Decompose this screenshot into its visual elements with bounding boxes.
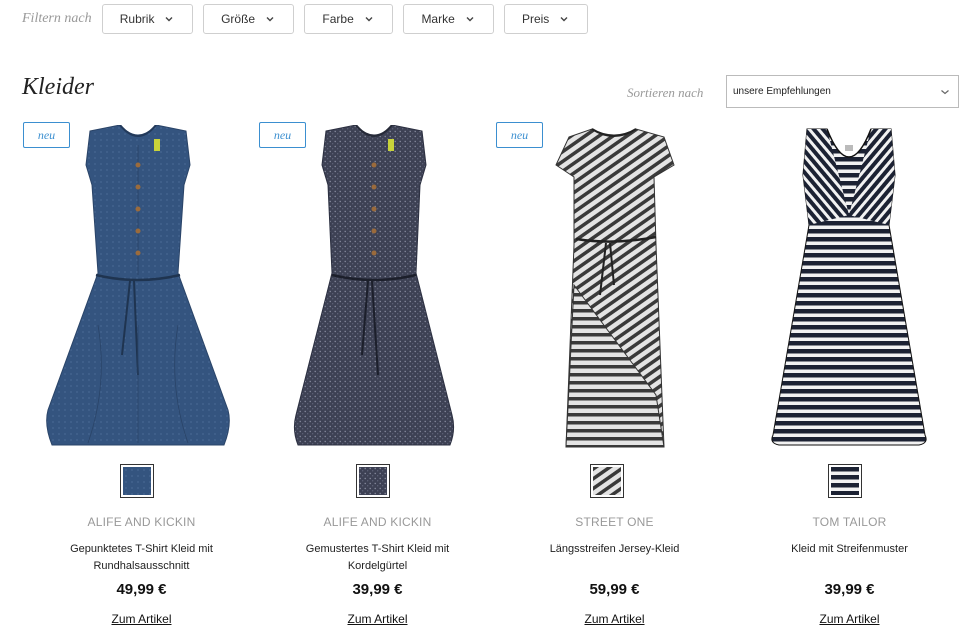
product-card[interactable]: TOM TAILOR Kleid mit Streifenmuster 39,9… xyxy=(731,120,968,641)
product-name-line: Gemustertes T-Shirt Kleid mit xyxy=(305,543,450,555)
filter-groesse-button[interactable]: Größe xyxy=(202,4,294,34)
product-brand: ALIFE AND KICKIN xyxy=(87,515,196,529)
product-card[interactable]: neu ALIFE AND KICKIN Gepunktetes T-Shirt… xyxy=(23,120,260,641)
product-price: 59,99 € xyxy=(589,581,640,598)
product-image[interactable] xyxy=(38,125,238,450)
sort-select[interactable]: unsere Empfehlungen xyxy=(726,75,959,108)
product-name-line: Kordelgürtel xyxy=(347,560,408,572)
filter-button-label: Rubrik xyxy=(119,12,155,26)
filter-button-label: Preis xyxy=(521,12,550,26)
swatch-pattern-icon xyxy=(593,467,621,495)
filter-marke-button[interactable]: Marke xyxy=(402,4,494,34)
sort-label: Sortieren nach xyxy=(627,85,704,100)
product-price: 39,99 € xyxy=(352,581,403,598)
product-brand: STREET ONE xyxy=(575,515,654,529)
product-card[interactable]: neu ALIFE AND KICKIN Gemustertes T-Shirt… xyxy=(259,120,496,641)
color-swatch[interactable] xyxy=(828,464,862,498)
product-brand: ALIFE AND KICKIN xyxy=(323,515,432,529)
page-title: Kleider xyxy=(22,74,94,100)
filter-rubrik-button[interactable]: Rubrik xyxy=(101,4,193,34)
swatch-pattern-icon xyxy=(359,467,387,495)
chevron-down-icon xyxy=(266,17,274,22)
chevron-down-icon xyxy=(941,90,949,95)
product-name-line: Rundhalsausschnitt xyxy=(93,560,190,572)
chevron-down-icon xyxy=(466,17,474,22)
product-link-wrap: Zum Artikel xyxy=(259,612,496,626)
product-name: Gemustertes T-Shirt Kleid mit Kordelgürt… xyxy=(259,541,496,575)
color-swatch[interactable] xyxy=(356,464,390,498)
filter-button-label: Größe xyxy=(221,12,256,26)
product-brand: TOM TAILOR xyxy=(812,515,887,529)
product-name-line: Längsstreifen Jersey-Kleid xyxy=(549,543,680,555)
filter-bar: Filtern nach Rubrik Größe Farbe Marke Pr… xyxy=(22,3,598,35)
product-link[interactable]: Zum Artikel xyxy=(347,612,407,626)
color-swatch[interactable] xyxy=(590,464,624,498)
product-card[interactable]: neu STREET ONE Längsstreifen Jersey-Klei… xyxy=(496,120,733,641)
color-swatch[interactable] xyxy=(120,464,154,498)
filter-farbe-button[interactable]: Farbe xyxy=(303,4,393,34)
swatch-pattern-icon xyxy=(123,467,151,495)
product-image[interactable] xyxy=(749,125,949,450)
filter-preis-button[interactable]: Preis xyxy=(503,4,588,34)
swatch-pattern-icon xyxy=(831,467,859,495)
product-price: 49,99 € xyxy=(116,581,167,598)
filter-button-label: Marke xyxy=(421,12,455,26)
product-name: Längsstreifen Jersey-Kleid xyxy=(496,541,733,558)
filter-label: Filtern nach xyxy=(22,11,92,26)
product-link-wrap: Zum Artikel xyxy=(496,612,733,626)
chevron-down-icon xyxy=(165,17,173,22)
product-name-line: Kleid mit Streifenmuster xyxy=(791,543,908,555)
product-image[interactable] xyxy=(514,125,714,450)
product-link[interactable]: Zum Artikel xyxy=(819,612,879,626)
product-name: Kleid mit Streifenmuster xyxy=(731,541,968,558)
product-link[interactable]: Zum Artikel xyxy=(111,612,171,626)
chevron-down-icon xyxy=(560,17,568,22)
product-name: Gepunktetes T-Shirt Kleid mit Rundhalsau… xyxy=(23,541,260,575)
product-link-wrap: Zum Artikel xyxy=(731,612,968,626)
sort-selected-value: unsere Empfehlungen xyxy=(733,86,831,97)
product-link-wrap: Zum Artikel xyxy=(23,612,260,626)
product-price: 39,99 € xyxy=(824,581,875,598)
product-name-line: Gepunktetes T-Shirt Kleid mit xyxy=(70,543,213,555)
chevron-down-icon xyxy=(365,17,373,22)
product-image[interactable] xyxy=(274,125,474,450)
filter-button-label: Farbe xyxy=(322,12,354,26)
product-link[interactable]: Zum Artikel xyxy=(584,612,644,626)
